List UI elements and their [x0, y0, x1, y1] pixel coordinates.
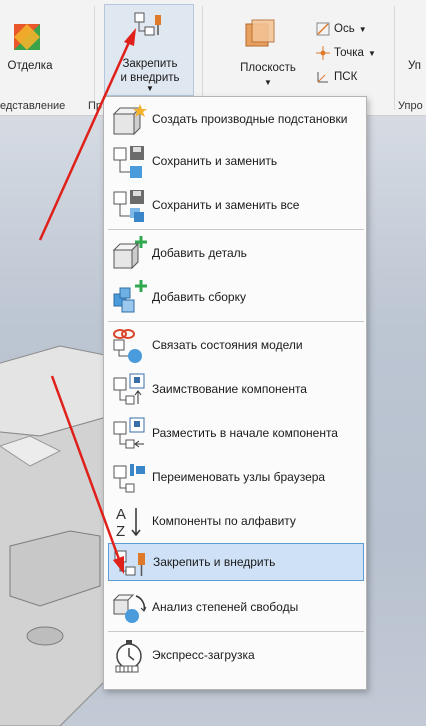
place-at-origin-icon — [113, 417, 145, 449]
group-pr-label: Пр — [88, 100, 103, 112]
menu-item-place-at-component-origin[interactable]: Разместить в начале компонента — [108, 413, 364, 453]
ribbon-separator — [394, 6, 395, 110]
menu-item-label: Анализ степеней свободы — [152, 600, 299, 614]
menu-item-label: Добавить деталь — [152, 246, 247, 260]
finish-button[interactable]: Отделка — [0, 8, 70, 88]
menu-item-rename-browser-nodes[interactable]: Переименовать узлы браузера — [108, 457, 364, 497]
chevron-down-icon: ▼ — [367, 48, 376, 58]
menu-item-express-load[interactable]: Экспресс-загрузка — [108, 635, 364, 675]
cut-ribbon-label: Уп — [408, 60, 422, 72]
menu-separator — [108, 631, 364, 632]
menu-item-label: Добавить сборку — [152, 290, 246, 304]
ribbon-separator — [202, 6, 203, 110]
axis-label: Ось — [334, 23, 355, 35]
ribbon-separator — [94, 6, 95, 110]
rename-browser-nodes-icon — [113, 464, 145, 493]
menu-separator — [108, 321, 364, 322]
menu-item-label: Создать производные подстановки — [152, 112, 348, 126]
dof-analysis-icon — [112, 594, 147, 623]
menu-item-label: Закрепить и внедрить — [153, 555, 276, 569]
pin-embed-ribbon-button[interactable]: Закрепить и внедрить ▼ — [104, 4, 194, 96]
express-load-icon — [115, 640, 142, 673]
chevron-down-icon: ▼ — [358, 24, 367, 34]
menu-item-add-part[interactable]: Добавить деталь — [108, 233, 364, 273]
menu-item-sort-alphabetical[interactable]: A Z Компоненты по алфавиту — [108, 501, 364, 541]
menu-separator — [108, 229, 364, 230]
ucs-icon — [317, 72, 328, 83]
add-assembly-icon — [113, 280, 147, 313]
menu-item-label: Сохранить и заменить — [152, 154, 278, 168]
menu-item-label: Сохранить и заменить все — [152, 198, 300, 212]
group-right-label: Упро — [398, 100, 423, 112]
group-view-label: едставление — [0, 100, 66, 112]
plane-label: Плоскость — [240, 62, 296, 74]
menu-item-create-derived-substitutes[interactable]: Создать производные подстановки — [108, 99, 364, 139]
sort-alphabetical-icon: A Z — [116, 506, 141, 540]
axis-button[interactable]: Ось ▼ — [316, 22, 367, 36]
menu-item-borrow-component[interactable]: Заимствование компонента — [108, 369, 364, 409]
plane-icon — [245, 19, 275, 47]
chevron-down-icon: ▼ — [264, 78, 272, 87]
ucs-button[interactable]: ПСК — [316, 70, 357, 84]
axis-icon — [316, 22, 330, 36]
finish-label: Отделка — [7, 60, 53, 72]
menu-item-label: Разместить в начале компонента — [152, 426, 338, 440]
menu-item-save-and-replace[interactable]: Сохранить и заменить — [108, 141, 364, 181]
pin-embed-label-line1: Закрепить — [122, 58, 178, 70]
point-button[interactable]: Точка ▼ — [316, 46, 376, 60]
link-model-states-icon — [113, 329, 142, 363]
svg-text:A: A — [116, 506, 126, 523]
menu-item-label: Экспресс-загрузка — [152, 648, 255, 662]
pin-embed-icon — [134, 12, 161, 36]
pin-embed-dropdown-menu: Создать производные подстановки Сохранит… — [103, 96, 367, 690]
borrow-component-icon — [113, 373, 145, 405]
cut-ribbon-button[interactable]: Уп — [408, 60, 421, 72]
menu-item-dof-analysis[interactable]: Анализ степеней свободы — [108, 587, 364, 627]
finish-icon — [14, 24, 40, 50]
menu-item-add-assembly[interactable]: Добавить сборку — [108, 277, 364, 317]
svg-text:Z: Z — [116, 523, 125, 540]
save-replace-icon — [113, 146, 144, 178]
menu-item-label: Переименовать узлы браузера — [152, 470, 326, 484]
menu-item-pin-and-embed[interactable]: Закрепить и внедрить — [108, 543, 364, 581]
pin-embed-label-line2: и внедрить — [120, 72, 180, 84]
chevron-down-icon: ▼ — [146, 84, 154, 93]
plane-button[interactable]: Плоскость ▼ — [228, 8, 308, 88]
menu-item-label: Компоненты по алфавиту — [152, 514, 296, 528]
save-replace-all-icon — [113, 190, 144, 222]
ucs-label: ПСК — [334, 71, 358, 83]
menu-item-link-model-states[interactable]: Связать состояния модели — [108, 325, 364, 365]
menu-item-label: Заимствование компонента — [152, 382, 307, 396]
menu-item-save-and-replace-all[interactable]: Сохранить и заменить все — [108, 185, 364, 225]
point-icon — [316, 46, 330, 60]
derived-substitute-icon — [112, 104, 147, 136]
point-label: Точка — [334, 47, 364, 59]
pin-embed-icon — [114, 550, 145, 576]
add-part-icon — [112, 236, 147, 270]
menu-item-label: Связать состояния модели — [152, 338, 303, 352]
